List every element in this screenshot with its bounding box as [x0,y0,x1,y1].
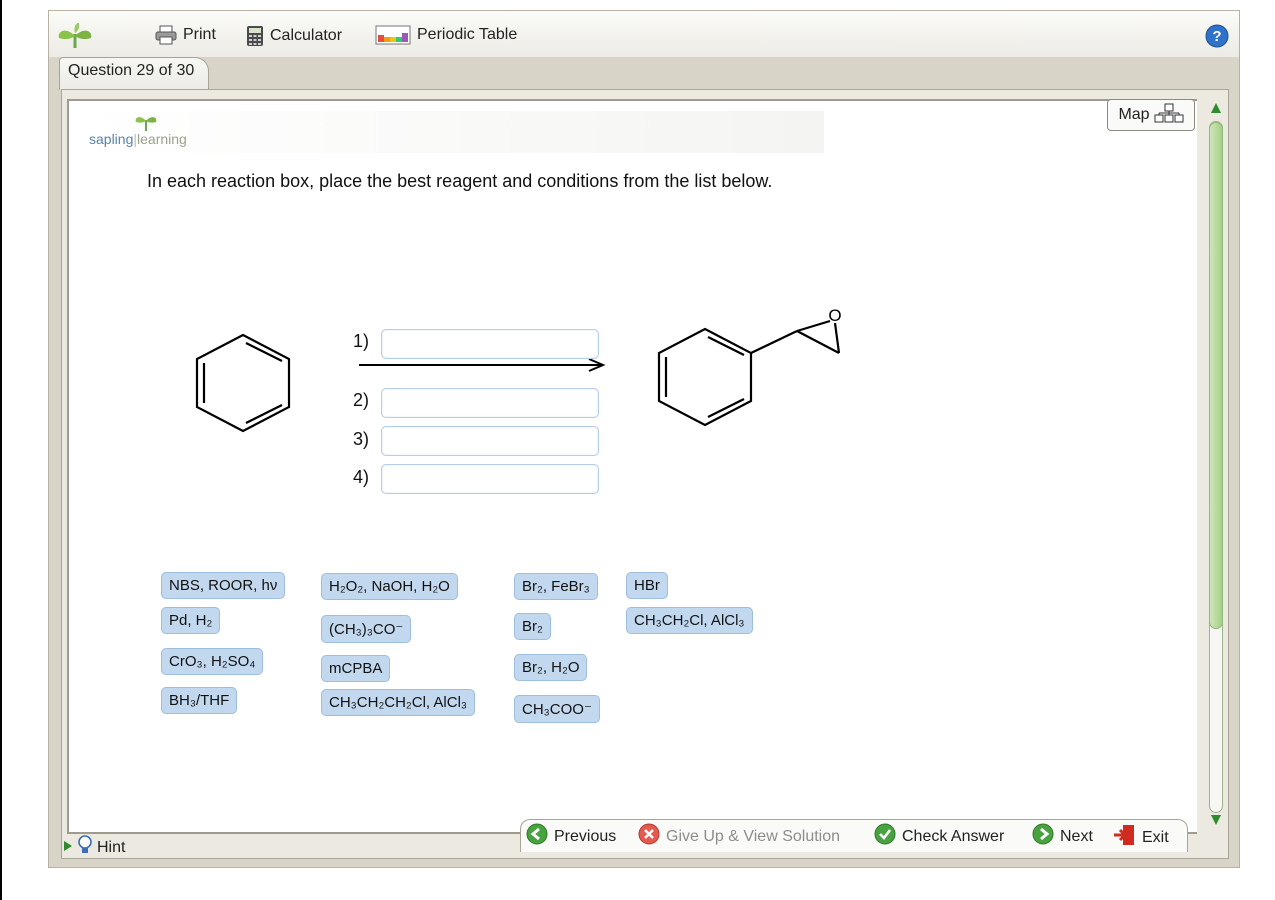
sapling-logo-part2: learning [137,131,187,147]
reagent-br2-h2o[interactable]: Br₂, H₂O [514,654,588,681]
question-tab-label: Question 29 of 30 [68,62,195,79]
scroll-thumb[interactable] [1209,122,1223,629]
next-arrow-icon [1032,823,1054,850]
reagent-mcpba[interactable]: mCPBA [321,655,391,682]
question-content [67,99,1197,834]
reagent-bh3-thf[interactable]: BH₃/THF [161,687,238,714]
periodic-table-button[interactable]: Periodic Table [375,25,517,45]
reagent-pd-h2[interactable]: Pd, H₂ [161,607,221,634]
calculator-label: Calculator [270,27,343,44]
scroll-up-arrow-icon[interactable] [1209,101,1223,120]
epoxide-oxygen-label: O [828,306,841,325]
reaction-step-2-dropbox[interactable] [381,388,599,418]
step-3-label: 3) [353,429,370,449]
reactant-benzene-structure [195,333,291,433]
reagent-br2-febr3[interactable]: Br₂, FeBr₃ [514,573,598,600]
instruction-text: In each reaction box, place the best rea… [147,171,773,191]
lightbulb-icon [77,835,93,860]
left-edge-line [0,0,2,900]
expand-triangle-icon [63,839,73,857]
exit-button[interactable]: Exit [1112,823,1169,852]
step-2-label: 2) [353,390,370,410]
scroll-down-arrow-icon[interactable] [1209,813,1223,832]
reaction-step-4-dropbox[interactable] [381,464,599,494]
step-1-label: 1) [353,331,370,351]
sprout-logo-icon [55,20,95,55]
check-answer-button[interactable]: Check Answer [874,823,1004,850]
reagent-h2o2-naoh-h2o[interactable]: H₂O₂, NaOH, H₂O [321,573,458,600]
reagent-cro3-h2so4[interactable]: CrO₃, H₂SO₄ [161,648,264,675]
map-button[interactable]: Map [1107,99,1195,131]
reagent-propyl-chloride-alcl3[interactable]: CH₃CH₂CH₂Cl, AlCl₃ [321,689,476,716]
previous-button[interactable]: Previous [526,823,616,850]
map-label: Map [1118,106,1150,123]
app-window: Print Calculator Periodic Table ? Questi… [48,10,1240,868]
reaction-arrow [359,358,606,372]
reagent-tert-butoxide[interactable]: (CH₃)₃CO⁻ [321,615,412,643]
print-label: Print [183,26,216,43]
calculator-button[interactable]: Calculator [246,25,342,47]
check-mark-icon [874,823,896,850]
previous-arrow-icon [526,823,548,850]
sapling-logo-text: sapling|learning [89,131,187,147]
product-epoxide-structure: O [657,306,842,427]
periodic-table-label: Periodic Table [417,26,518,43]
print-button[interactable]: Print [155,25,216,45]
printer-icon [155,25,177,45]
hint-button[interactable]: Hint [63,835,125,860]
reagent-nbs-roor-hv[interactable]: NBS, ROOR, hν [161,572,286,599]
give-up-label: Give Up & View Solution [666,827,841,845]
reaction-step-1-dropbox[interactable] [381,329,599,359]
reagent-br2[interactable]: Br₂ [514,613,551,640]
calculator-icon [246,25,264,47]
give-up-view-solution-button[interactable]: Give Up & View Solution [638,823,840,850]
toolbar: Print Calculator Periodic Table ? [49,11,1239,57]
svg-text:?: ? [1212,28,1221,45]
reaction-step-3-dropbox[interactable] [381,426,599,456]
exit-door-icon [1112,823,1136,852]
map-tree-icon [1154,103,1184,128]
give-up-x-icon [638,823,660,850]
reagent-acetate[interactable]: CH₃COO⁻ [514,695,600,723]
reagent-ethyl-chloride-alcl3[interactable]: CH₃CH₂Cl, AlCl₃ [626,607,753,634]
exit-label: Exit [1142,828,1169,846]
question-tab[interactable]: Question 29 of 30 [59,57,210,90]
reagent-hbr[interactable]: HBr [626,572,668,599]
next-label: Next [1060,827,1093,845]
periodic-table-icon [375,25,411,45]
question-circle-icon[interactable]: ? [1205,24,1229,53]
sapling-learning-banner: sapling|learning [79,111,824,153]
content-scrollbar[interactable] [1206,99,1226,834]
previous-label: Previous [554,827,617,845]
check-answer-label: Check Answer [902,827,1005,845]
step-4-label: 4) [353,467,370,487]
sapling-logo-part1: sapling [89,131,134,147]
hint-label: Hint [97,838,126,856]
next-button[interactable]: Next [1032,823,1093,850]
